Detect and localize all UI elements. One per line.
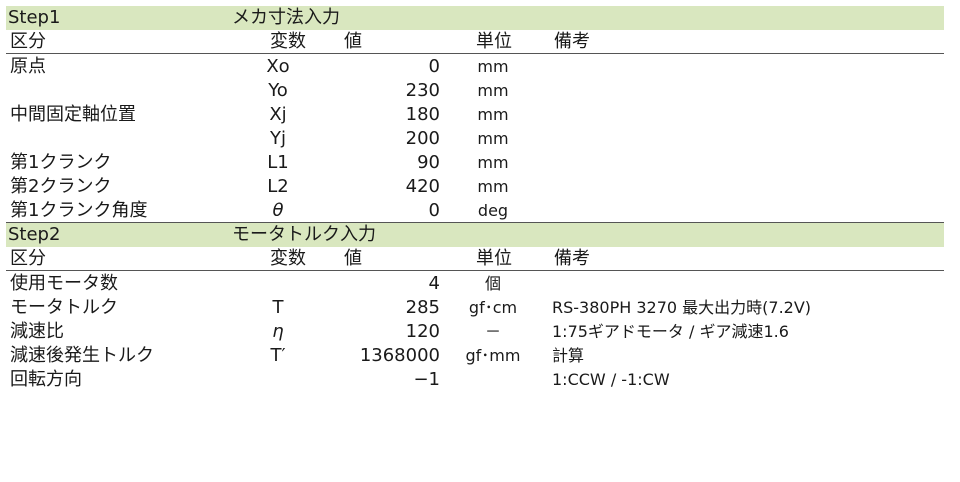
row-unit: mm — [477, 105, 509, 124]
step2-header[interactable]: Step2 モータトルク入力 — [6, 223, 944, 247]
row-variable: Yo — [268, 80, 288, 101]
row-variable: Xo — [266, 56, 290, 77]
row-value[interactable]: 420 — [306, 175, 440, 199]
row-category: 減速後発生トルク — [10, 345, 154, 366]
header-category: 区分 — [10, 248, 46, 269]
table-row[interactable]: Yo 230 mm — [6, 79, 944, 103]
row-variable — [256, 368, 300, 392]
row-category: 減速比 — [10, 321, 64, 342]
row-variable: T′ — [270, 345, 286, 366]
row-category: 中間固定軸位置 — [10, 104, 136, 125]
table-row[interactable]: モータトルク T 285 gf･cm RS-380PH 3270 最大出力時(7… — [6, 296, 944, 320]
row-value[interactable]: 120 — [306, 320, 440, 344]
row-unit: mm — [477, 153, 509, 172]
table-row[interactable]: 使用モータ数 4 個 — [6, 272, 944, 296]
row-variable: Xj — [269, 104, 287, 125]
header-category: 区分 — [10, 31, 46, 52]
header-variable: 変数 — [270, 248, 306, 269]
row-value[interactable]: 1368000 — [306, 344, 440, 368]
table-row[interactable]: 第1クランク角度 θ 0 deg — [6, 199, 944, 223]
row-unit: deg — [477, 201, 509, 220]
row-category: 回転方向 — [10, 369, 82, 390]
row-value[interactable]: 285 — [306, 296, 440, 320]
step1-column-headers: 区分 変数 値 単位 備考 — [6, 30, 944, 54]
row-variable: T — [272, 297, 284, 318]
spreadsheet: Step1 メカ寸法入力 区分 変数 値 単位 備考 原点 Xo 0 mm Yo… — [6, 6, 944, 392]
table-row[interactable]: 回転方向 −1 1:CCW / -1:CW — [6, 368, 944, 392]
row-variable: L1 — [267, 152, 289, 173]
row-category: 第1クランク — [10, 152, 112, 173]
step2-name: モータトルク入力 — [232, 224, 376, 245]
row-unit: mm — [477, 81, 509, 100]
header-unit: 単位 — [476, 31, 512, 52]
table-row[interactable]: 中間固定軸位置 Xj 180 mm — [6, 103, 944, 127]
table-row[interactable]: 第1クランク L1 90 mm — [6, 151, 944, 175]
row-variable: η — [272, 321, 284, 342]
row-value[interactable]: 180 — [306, 103, 440, 127]
row-value[interactable]: 90 — [306, 151, 440, 175]
step1-name: メカ寸法入力 — [232, 7, 340, 28]
row-note: 1:75ギアドモータ / ギア減速1.6 — [552, 322, 789, 341]
step2-title: Step2 — [8, 224, 61, 245]
table-row[interactable]: 第2クランク L2 420 mm — [6, 175, 944, 199]
row-value[interactable]: −1 — [306, 368, 440, 392]
step1-header[interactable]: Step1 メカ寸法入力 — [6, 6, 944, 30]
row-variable: θ — [272, 200, 284, 221]
table-row[interactable]: 原点 Xo 0 mm — [6, 55, 944, 79]
row-unit: mm — [477, 129, 509, 148]
row-unit: mm — [477, 177, 509, 196]
row-variable — [256, 272, 300, 296]
row-value[interactable]: 4 — [306, 272, 440, 296]
row-category: モータトルク — [10, 297, 118, 318]
row-unit: mm — [477, 57, 509, 76]
row-note: 1:CCW / -1:CW — [552, 370, 670, 389]
row-unit: gf･mm — [465, 346, 521, 365]
header-note: 備考 — [554, 248, 590, 269]
row-unit: － — [484, 322, 501, 341]
row-value[interactable]: 230 — [306, 79, 440, 103]
table-row[interactable]: Yj 200 mm — [6, 127, 944, 151]
table-row[interactable]: 減速比 η 120 － 1:75ギアドモータ / ギア減速1.6 — [6, 320, 944, 344]
row-value[interactable]: 0 — [306, 55, 440, 79]
step2-column-headers: 区分 変数 値 単位 備考 — [6, 247, 944, 271]
row-category: 使用モータ数 — [10, 273, 118, 294]
row-category: 第1クランク角度 — [10, 200, 148, 221]
row-note: 計算 — [552, 346, 585, 365]
header-value: 値 — [344, 248, 362, 269]
row-value[interactable]: 200 — [306, 127, 440, 151]
step1-title: Step1 — [8, 7, 61, 28]
row-category: 第2クランク — [10, 176, 112, 197]
header-variable: 変数 — [270, 31, 306, 52]
header-value: 値 — [344, 31, 362, 52]
row-unit: gf･cm — [468, 298, 518, 317]
header-unit: 単位 — [476, 248, 512, 269]
row-variable: L2 — [267, 176, 289, 197]
row-note: RS-380PH 3270 最大出力時(7.2V) — [552, 298, 812, 317]
row-variable: Yj — [270, 128, 286, 149]
table-row[interactable]: 減速後発生トルク T′ 1368000 gf･mm 計算 — [6, 344, 944, 368]
row-category: 原点 — [10, 56, 46, 77]
row-value[interactable]: 0 — [306, 199, 440, 223]
row-unit — [456, 368, 530, 392]
row-unit: 個 — [484, 274, 501, 293]
header-note: 備考 — [554, 31, 590, 52]
